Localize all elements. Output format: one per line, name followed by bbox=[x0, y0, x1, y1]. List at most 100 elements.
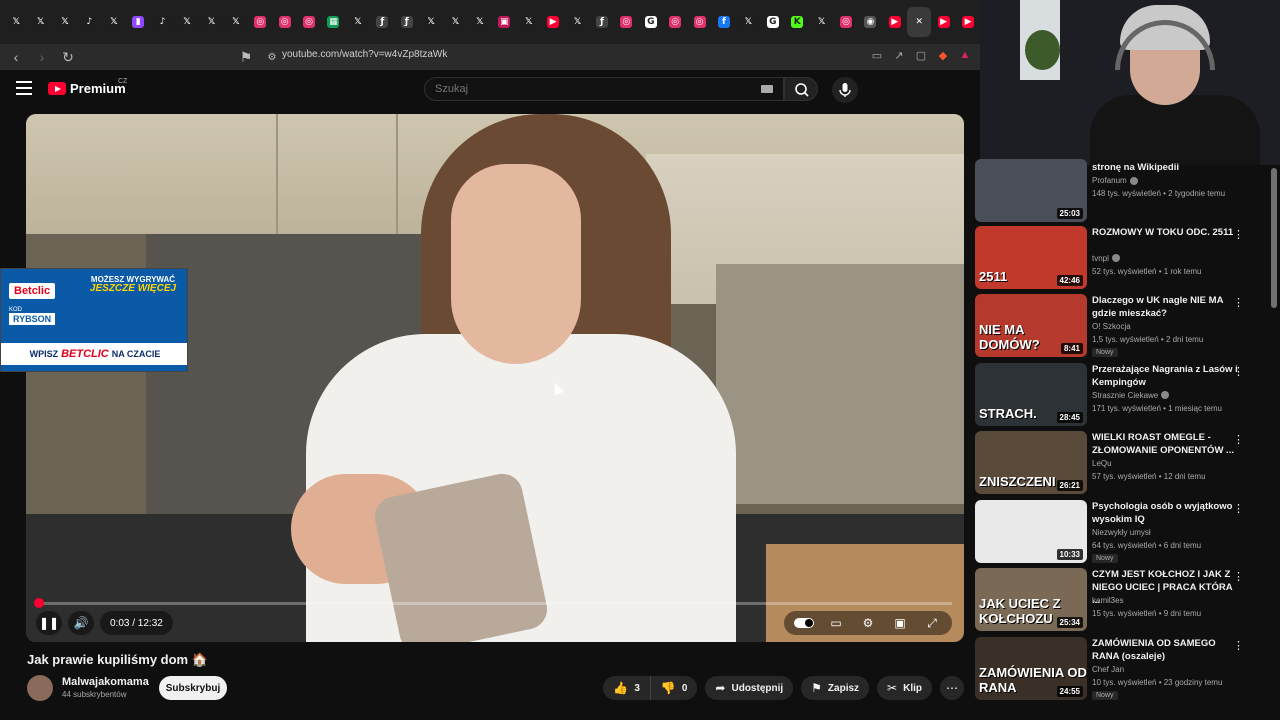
rewards-icon[interactable]: ▲ bbox=[958, 48, 972, 62]
browser-tab[interactable]: ◎ bbox=[248, 7, 272, 37]
video-thumbnail[interactable]: JAK UCIEC Z KOŁCHOZU 25:34 bbox=[975, 568, 1087, 631]
reload-icon[interactable]: ↻ bbox=[58, 47, 78, 67]
miniplayer-icon[interactable]: ▣ bbox=[886, 612, 914, 634]
browser-tab[interactable]: 𝕏 bbox=[565, 7, 589, 37]
recommended-channel[interactable]: Strasznie Ciekawe bbox=[1092, 391, 1170, 400]
browser-tab[interactable]: ◎ bbox=[614, 7, 638, 37]
browser-tab[interactable]: 𝕏 bbox=[102, 7, 126, 37]
video-thumbnail[interactable]: 10:33 bbox=[975, 499, 1087, 563]
progress-bar[interactable] bbox=[38, 602, 952, 605]
recommended-channel[interactable]: O! Szkocja bbox=[1092, 322, 1131, 331]
recommended-video[interactable]: 2511 42:46 ROZMOWY W TOKU ODC. 2511 tvnpl 52… bbox=[975, 225, 1275, 292]
browser-tab[interactable]: ▣ bbox=[492, 7, 516, 37]
browser-tab[interactable]: ▦ bbox=[321, 7, 345, 37]
browser-tab[interactable]: G bbox=[761, 7, 785, 37]
more-actions-button[interactable]: ⋯ bbox=[940, 676, 964, 700]
more-options-icon[interactable]: ⋮ bbox=[1233, 570, 1244, 584]
site-settings-icon[interactable]: ⚙ bbox=[262, 47, 282, 67]
browser-tab[interactable]: ▮ bbox=[126, 7, 150, 37]
recommended-channel[interactable]: kamil3es bbox=[1092, 596, 1124, 605]
channel-avatar[interactable] bbox=[27, 675, 53, 701]
browser-tab[interactable]: ◉ bbox=[858, 7, 882, 37]
fullscreen-icon[interactable]: ⤢ bbox=[918, 612, 946, 634]
search-input[interactable] bbox=[433, 82, 733, 96]
browser-tab[interactable]: ƒ bbox=[370, 7, 394, 37]
browser-tab[interactable]: 𝕏 bbox=[199, 7, 223, 37]
video-thumbnail[interactable]: ZAMÓWIENIA OD RANA 24:55 bbox=[975, 636, 1087, 700]
recommended-video-title[interactable]: WIELKI ROAST OMEGLE - ZŁOMOWANIE OPONENT… bbox=[1092, 431, 1242, 457]
video-thumbnail[interactable]: ZNISZCZENI 26:21 bbox=[975, 431, 1087, 494]
browser-tab[interactable]: 𝕏 bbox=[4, 7, 28, 37]
recommended-video-title[interactable]: stronę na Wikipedii bbox=[1092, 161, 1242, 174]
share-button[interactable]: ➦ Udostępnij bbox=[705, 676, 794, 700]
browser-tab[interactable]: ◎ bbox=[272, 7, 296, 37]
video-thumbnail[interactable]: NIE MA DOMÓW? 8:41 bbox=[975, 294, 1087, 357]
bookmark-icon[interactable]: ⚑ bbox=[236, 47, 256, 67]
recommended-channel[interactable]: Chef Jan bbox=[1092, 665, 1124, 674]
browser-tab[interactable]: ◎ bbox=[687, 7, 711, 37]
save-button[interactable]: ⚑ Zapisz bbox=[801, 676, 870, 700]
share-icon[interactable]: ↗ bbox=[892, 48, 906, 62]
clip-button[interactable]: ✂ Klip bbox=[877, 676, 932, 700]
recommended-channel[interactable]: LeQu bbox=[1092, 459, 1112, 468]
browser-tab[interactable]: 𝕏 bbox=[346, 7, 370, 37]
browser-tab[interactable]: ◎ bbox=[834, 7, 858, 37]
hamburger-menu-icon[interactable] bbox=[16, 81, 32, 95]
keyboard-icon[interactable] bbox=[761, 85, 773, 93]
recommended-video-title[interactable]: Przerażające Nagrania z Lasów i Kempingó… bbox=[1092, 363, 1242, 389]
browser-tab[interactable]: 𝕏 bbox=[28, 7, 52, 37]
cast-icon[interactable]: ▭ bbox=[870, 48, 884, 62]
recommended-video-title[interactable]: Psychologia osób o wyjątkowo wysokim IQ bbox=[1092, 500, 1242, 526]
recommended-video-title[interactable]: ZAMÓWIENIA OD SAMEGO RANA (oszaleje) bbox=[1092, 637, 1242, 663]
browser-tab[interactable]: 𝕏 bbox=[809, 7, 833, 37]
video-thumbnail[interactable]: 25:03 bbox=[975, 159, 1087, 222]
forward-icon[interactable]: › bbox=[32, 47, 52, 67]
recommended-video[interactable]: JAK UCIEC Z KOŁCHOZU 25:34 CZYM JEST KOŁCH… bbox=[975, 568, 1275, 634]
volume-button[interactable]: 🔊 bbox=[68, 611, 94, 635]
like-button[interactable]: 👍 3 bbox=[603, 676, 650, 700]
recommended-video[interactable]: 10:33 Psychologia osób o wyjątkowo wysoki… bbox=[975, 499, 1275, 566]
browser-tab[interactable]: ƒ bbox=[395, 7, 419, 37]
browser-tab[interactable]: ✕ bbox=[907, 7, 932, 37]
more-options-icon[interactable]: ⋮ bbox=[1233, 296, 1244, 310]
more-options-icon[interactable]: ⋮ bbox=[1233, 228, 1244, 242]
recommended-channel[interactable]: tvnpl bbox=[1092, 254, 1120, 263]
more-options-icon[interactable]: ⋮ bbox=[1233, 365, 1244, 379]
browser-tab[interactable]: ▶ bbox=[883, 7, 907, 37]
recommended-channel[interactable]: Niezwykły umysł bbox=[1092, 528, 1151, 537]
browser-tab[interactable]: ◎ bbox=[663, 7, 687, 37]
more-options-icon[interactable]: ⋮ bbox=[1233, 502, 1244, 516]
subscribe-button[interactable]: Subskrybuj bbox=[159, 676, 227, 700]
browser-tab[interactable]: G bbox=[639, 7, 663, 37]
browser-tab[interactable]: ƒ bbox=[590, 7, 614, 37]
browser-tab[interactable]: 𝕏 bbox=[736, 7, 760, 37]
subtitles-icon[interactable]: ▭ bbox=[822, 612, 850, 634]
scrubber-handle[interactable] bbox=[34, 598, 44, 608]
more-options-icon[interactable]: ⋮ bbox=[1233, 433, 1244, 447]
browser-tab[interactable]: ♪ bbox=[77, 7, 101, 37]
browser-tab[interactable]: 𝕏 bbox=[468, 7, 492, 37]
more-options-icon[interactable]: ⋮ bbox=[1233, 639, 1244, 653]
brave-shield-icon[interactable]: ◆ bbox=[936, 48, 950, 62]
video-thumbnail[interactable]: STRACH. 28:45 bbox=[975, 362, 1087, 426]
browser-tab[interactable]: 𝕏 bbox=[517, 7, 541, 37]
browser-tab[interactable]: ▶ bbox=[956, 7, 980, 37]
browser-tab[interactable]: 𝕏 bbox=[443, 7, 467, 37]
search-button[interactable] bbox=[784, 77, 818, 101]
search-box[interactable] bbox=[424, 77, 784, 101]
recommended-video[interactable]: ZAMÓWIENIA OD RANA 24:55 ZAMÓWIENIA OD SAM… bbox=[975, 636, 1275, 703]
recommended-video-title[interactable]: Dlaczego w UK nagle NIE MA gdzie mieszka… bbox=[1092, 294, 1242, 320]
browser-tab[interactable]: 𝕏 bbox=[419, 7, 443, 37]
url-text[interactable]: youtube.com/watch?v=w4vZp8tzaWk bbox=[282, 49, 447, 60]
voice-search-button[interactable] bbox=[832, 77, 858, 103]
recommended-video[interactable]: STRACH. 28:45 Przerażające Nagrania z Lasó… bbox=[975, 362, 1275, 429]
settings-gear-icon[interactable]: ⚙ bbox=[854, 612, 882, 634]
autoplay-toggle[interactable] bbox=[790, 612, 818, 634]
video-thumbnail[interactable]: 2511 42:46 bbox=[975, 225, 1087, 289]
browser-tab[interactable]: 𝕏 bbox=[175, 7, 199, 37]
recommended-video-title[interactable]: ROZMOWY W TOKU ODC. 2511 bbox=[1092, 226, 1242, 239]
recommended-video[interactable]: ZNISZCZENI 26:21 WIELKI ROAST OMEGLE - ZŁO… bbox=[975, 431, 1275, 497]
browser-tab[interactable]: 𝕏 bbox=[224, 7, 248, 37]
channel-name[interactable]: Malwajakomama bbox=[62, 676, 149, 688]
youtube-logo[interactable]: Premium CZ bbox=[48, 78, 127, 96]
